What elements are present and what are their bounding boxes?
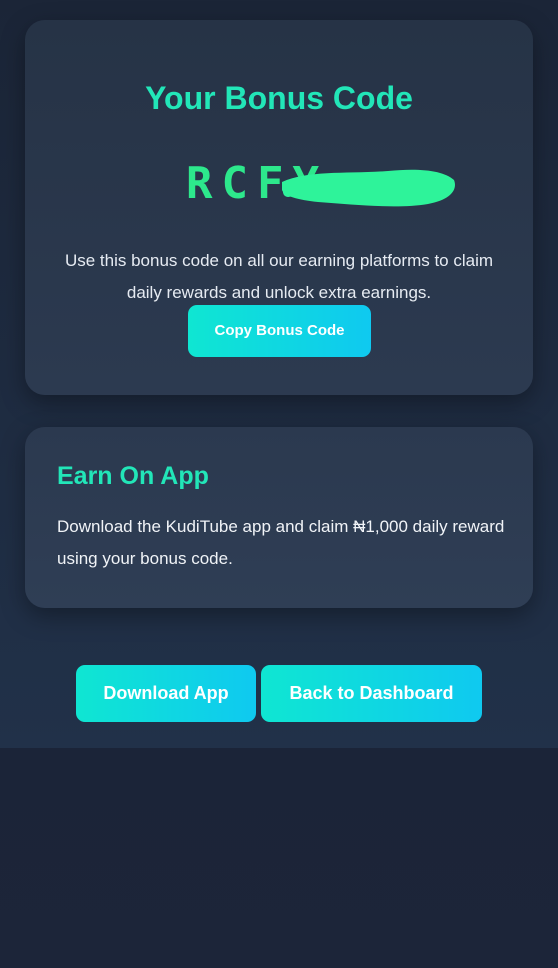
download-app-button[interactable]: Download App bbox=[76, 665, 256, 722]
redaction-scribble bbox=[282, 169, 455, 207]
bonus-code-description: Use this bonus code on all our earning p… bbox=[64, 251, 494, 302]
back-to-dashboard-button[interactable]: Back to Dashboard bbox=[261, 665, 482, 722]
lower-background bbox=[0, 748, 558, 968]
earn-on-app-description: Download the KudiTube app and claim ₦1,0… bbox=[57, 517, 505, 568]
earn-on-app-card: Earn On App Download the KudiTube app an… bbox=[25, 427, 533, 608]
earn-on-app-title: Earn On App bbox=[57, 462, 209, 490]
bonus-code-card: Your Bonus Code RCFY Use this bonus code… bbox=[25, 20, 533, 395]
bonus-code-title: Your Bonus Code bbox=[145, 80, 413, 116]
copy-bonus-code-button[interactable]: Copy Bonus Code bbox=[188, 305, 371, 357]
